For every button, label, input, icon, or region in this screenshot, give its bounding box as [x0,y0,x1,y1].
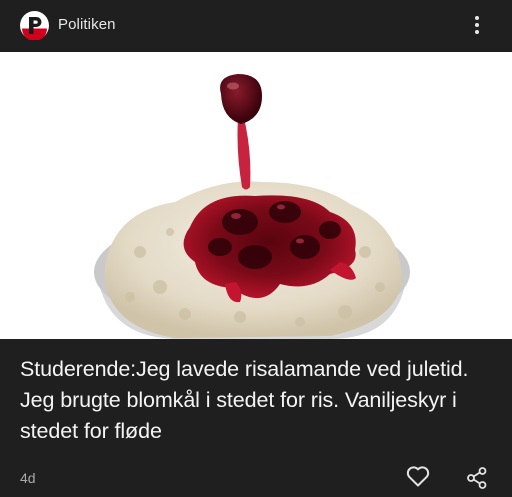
heart-icon[interactable] [405,464,431,488]
more-options-icon[interactable] [466,12,488,40]
article-image[interactable] [0,52,512,339]
card-header: Politiken [0,0,512,52]
share-icon[interactable] [466,466,488,490]
source-name[interactable]: Politiken [58,16,116,33]
article-headline[interactable]: Studerende:Jeg lavede risalamande ved ju… [20,354,500,447]
article-age: 4d [20,470,36,486]
rice-pudding-photo [94,74,410,339]
politiken-logo-icon[interactable] [20,11,49,40]
